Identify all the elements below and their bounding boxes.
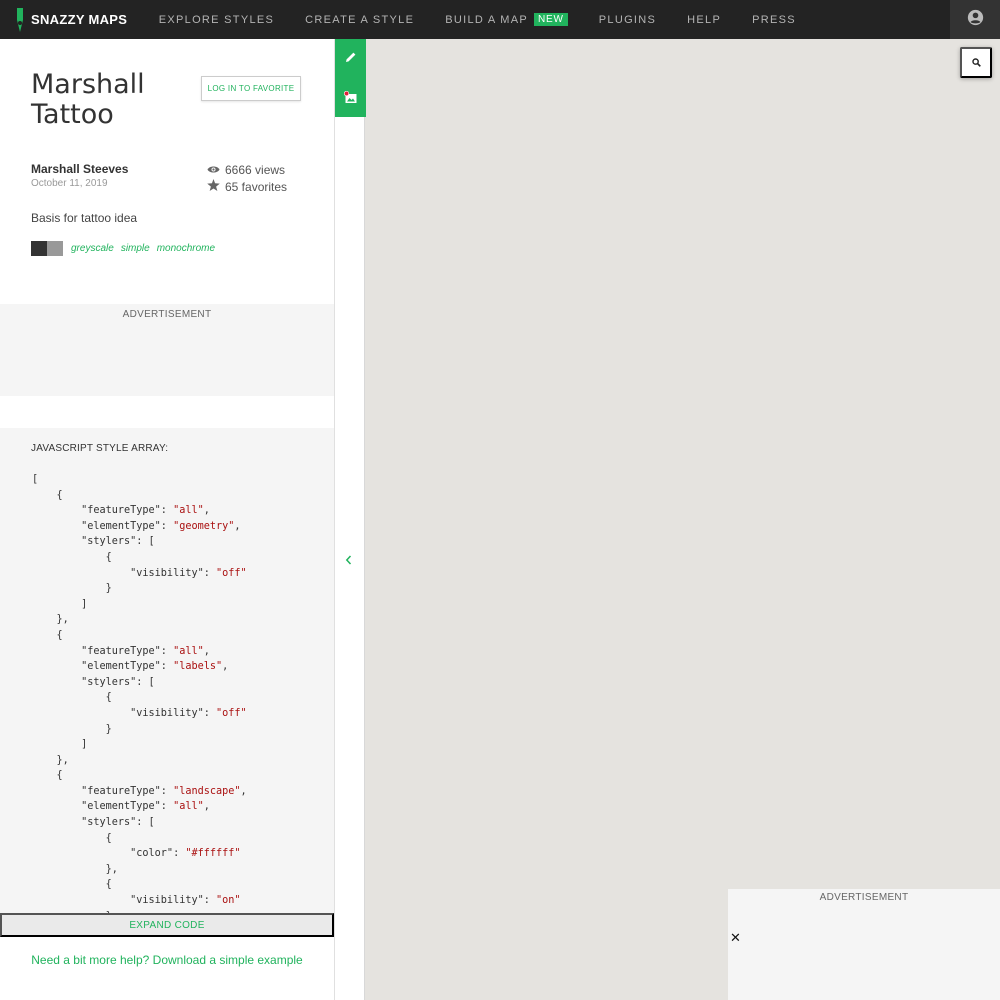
image-icon — [343, 90, 358, 105]
nav-build-map[interactable]: BUILD A MAP NEW — [445, 13, 568, 26]
code-block[interactable]: [ { "featureType": "all", "elementType":… — [32, 472, 247, 913]
top-navigation: SNAZZY MAPS EXPLORE STYLES CREATE A STYL… — [0, 0, 1000, 39]
views-count: 6666 views — [225, 162, 286, 177]
eye-icon — [207, 163, 225, 177]
nav-press[interactable]: PRESS — [752, 14, 796, 26]
tag-list: greyscale simple monochrome — [31, 241, 215, 256]
tag-monochrome[interactable]: monochrome — [157, 243, 215, 254]
search-icon — [971, 55, 981, 70]
expand-code-button[interactable]: EXPAND CODE — [0, 913, 334, 937]
image-view-button[interactable] — [335, 78, 366, 117]
edit-style-button[interactable] — [335, 39, 366, 78]
nav-menu: EXPLORE STYLES CREATE A STYLE BUILD A MA… — [143, 0, 811, 39]
color-swatch[interactable] — [31, 241, 47, 256]
nav-help[interactable]: HELP — [687, 14, 721, 26]
new-badge: NEW — [534, 13, 568, 26]
user-menu-button[interactable] — [950, 0, 1000, 39]
tool-column — [334, 39, 366, 1000]
star-icon — [207, 179, 225, 194]
pencil-icon — [345, 50, 357, 68]
nav-explore-styles[interactable]: EXPLORE STYLES — [159, 14, 274, 26]
advertisement-label: ADVERTISEMENT — [122, 309, 212, 320]
views-stat: 6666 views — [207, 161, 287, 178]
publish-date: October 11, 2019 — [31, 178, 108, 189]
page-title: Marshall Tattoo — [31, 69, 145, 130]
map-advertisement: ADVERTISEMENT — [728, 889, 1000, 1000]
help-download-link[interactable]: Need a bit more help? Download a simple … — [0, 953, 334, 967]
map-search-button[interactable] — [960, 47, 992, 78]
logo[interactable]: SNAZZY MAPS — [15, 0, 127, 39]
nav-create-style[interactable]: CREATE A STYLE — [305, 14, 414, 26]
style-description: Basis for tattoo idea — [31, 211, 138, 225]
color-swatch[interactable] — [47, 241, 63, 256]
author-name[interactable]: Marshall Steeves — [31, 162, 128, 176]
nav-plugins[interactable]: PLUGINS — [599, 14, 656, 26]
user-account-icon — [967, 9, 984, 31]
style-stats: 6666 views 65 favorites — [207, 161, 287, 195]
map-advertisement-label: ADVERTISEMENT — [819, 892, 909, 903]
map-pin-icon — [15, 7, 25, 32]
favorite-button[interactable]: LOG IN TO FAVORITE — [201, 76, 301, 101]
collapse-panel-icon[interactable] — [344, 553, 354, 571]
favorites-count: 65 favorites — [225, 179, 288, 194]
code-heading: JAVASCRIPT STYLE ARRAY: — [31, 443, 169, 454]
logo-text: SNAZZY MAPS — [31, 12, 128, 27]
sidebar-advertisement: ADVERTISEMENT — [0, 304, 334, 396]
close-ad-icon[interactable]: ✕ — [730, 931, 742, 945]
nav-build-map-label: BUILD A MAP — [445, 13, 529, 26]
code-section: JAVASCRIPT STYLE ARRAY: [ { "featureType… — [0, 428, 334, 913]
favorites-stat: 65 favorites — [207, 178, 287, 195]
tag-greyscale[interactable]: greyscale — [71, 243, 114, 254]
map-canvas[interactable] — [366, 39, 1000, 1000]
tag-simple[interactable]: simple — [121, 243, 150, 254]
